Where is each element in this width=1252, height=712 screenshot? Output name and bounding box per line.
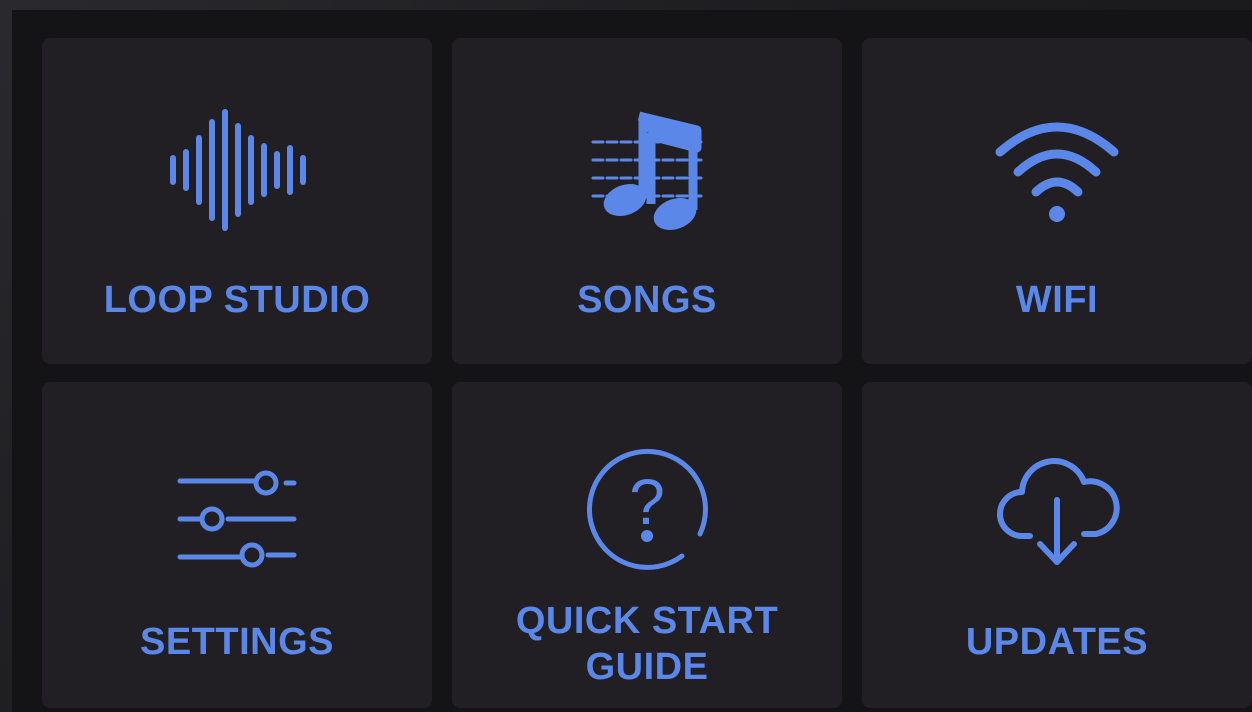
svg-text:?: ? xyxy=(629,466,665,538)
cloud-download-icon xyxy=(987,447,1127,571)
wifi-label: WIFI xyxy=(1015,279,1099,321)
settings-tile[interactable]: SETTINGS xyxy=(42,382,432,708)
waveform-icon xyxy=(167,108,307,232)
wifi-icon xyxy=(987,108,1127,232)
settings-label: SETTINGS xyxy=(139,621,335,663)
music-notes-icon xyxy=(577,108,717,232)
home-screen: LOOP STUDIO SONGS WIFI SETTINGS ? QUICK … xyxy=(0,0,1252,712)
sliders-icon xyxy=(167,447,307,571)
songs-tile[interactable]: SONGS xyxy=(452,38,842,364)
loop-studio-label: LOOP STUDIO xyxy=(103,279,371,321)
quick-start-guide-tile[interactable]: ? QUICK START GUIDE xyxy=(452,382,842,708)
songs-label: SONGS xyxy=(577,279,717,321)
updates-tile[interactable]: UPDATES xyxy=(862,382,1252,708)
quick-start-guide-label: QUICK START GUIDE xyxy=(515,600,779,688)
wifi-tile[interactable]: WIFI xyxy=(862,38,1252,364)
loop-studio-tile[interactable]: LOOP STUDIO xyxy=(42,38,432,364)
menu-panel: LOOP STUDIO SONGS WIFI SETTINGS ? QUICK … xyxy=(12,10,1252,712)
menu-grid: LOOP STUDIO SONGS WIFI SETTINGS ? QUICK … xyxy=(42,38,1252,710)
updates-label: UPDATES xyxy=(965,621,1149,663)
help-circle-icon: ? xyxy=(577,447,717,571)
